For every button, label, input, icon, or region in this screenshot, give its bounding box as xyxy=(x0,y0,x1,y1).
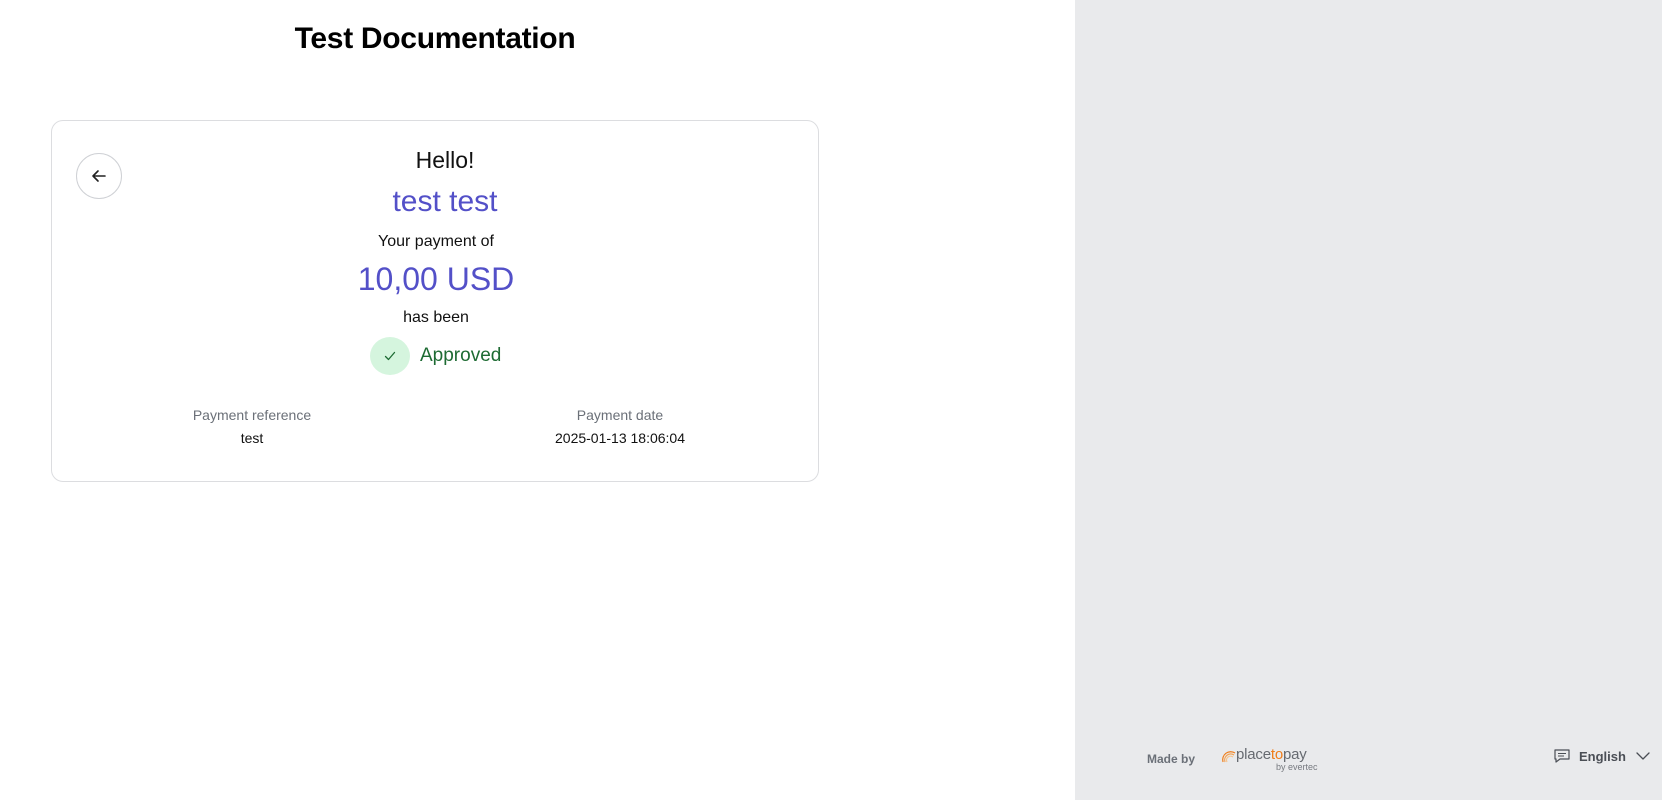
footer: Made by placetopay by evertec English xyxy=(1075,744,1662,774)
page-title: Test Documentation xyxy=(294,22,576,55)
payment-reference: Payment reference test xyxy=(102,407,402,446)
chevron-down-icon xyxy=(1636,752,1650,760)
payment-amount: 10,00 USD xyxy=(357,261,515,297)
main-panel: Test Documentation Hello! test test Your… xyxy=(0,0,1075,800)
side-panel xyxy=(1075,0,1662,800)
chat-icon xyxy=(1554,749,1570,763)
made-by-label: Made by xyxy=(1147,752,1196,766)
greeting: Hello! xyxy=(415,147,475,173)
placetopay-logo[interactable]: placetopay by evertec xyxy=(1220,744,1320,774)
brand-name: placetopay xyxy=(1236,746,1307,763)
language-selector[interactable]: English xyxy=(1553,748,1650,764)
customer-name: test test xyxy=(392,185,498,218)
brand-sub: by evertec xyxy=(1276,762,1318,772)
payment-date: Payment date 2025-01-13 18:06:04 xyxy=(470,407,770,446)
payment-of-label: Your payment of xyxy=(378,233,494,250)
payment-reference-label: Payment reference xyxy=(192,407,312,423)
status-row: Approved xyxy=(370,337,501,375)
status-badge: Approved xyxy=(420,345,502,366)
language-label: English xyxy=(1579,748,1626,764)
payment-date-label: Payment date xyxy=(576,407,664,423)
payment-reference-value: test xyxy=(240,430,264,446)
payment-result-card: Hello! test test Your payment of 10,00 U… xyxy=(51,120,819,482)
has-been-label: has been xyxy=(403,309,469,326)
payment-date-value: 2025-01-13 18:06:04 xyxy=(555,430,685,446)
check-icon xyxy=(370,337,410,375)
